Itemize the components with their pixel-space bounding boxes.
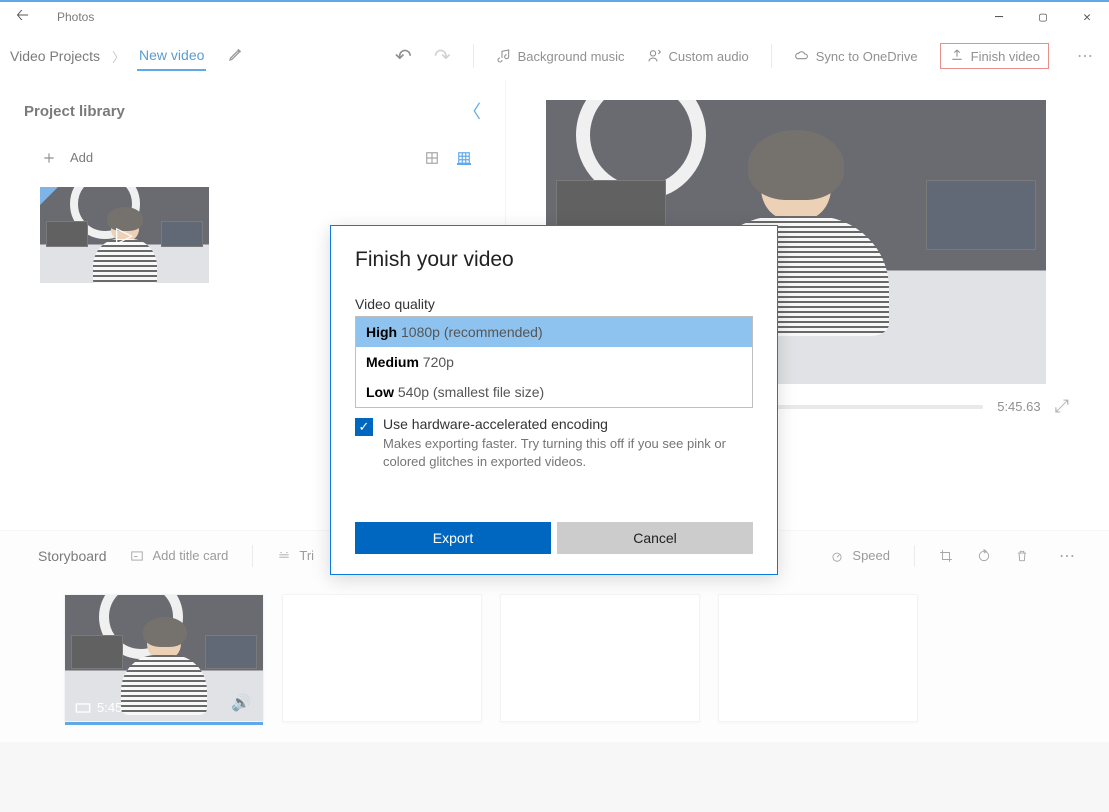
- used-indicator-icon: [40, 187, 58, 205]
- custom-audio-label: Custom audio: [669, 49, 749, 64]
- quality-option-low[interactable]: Low 540p (smallest file size): [356, 377, 752, 407]
- finish-video-dialog: Finish your video Video quality High 108…: [330, 225, 778, 575]
- trim-button[interactable]: Tri: [277, 548, 314, 563]
- divider: [771, 44, 772, 68]
- hardware-encoding-description: Makes exporting faster. Try turning this…: [383, 435, 753, 470]
- more-button[interactable]: ⋯: [1071, 46, 1099, 66]
- export-button[interactable]: Export: [355, 522, 551, 554]
- cancel-button[interactable]: Cancel: [557, 522, 753, 554]
- sync-onedrive-label: Sync to OneDrive: [816, 49, 918, 64]
- background-music-button[interactable]: Background music: [496, 48, 625, 64]
- storyboard-more-button[interactable]: ⋯: [1053, 546, 1081, 566]
- window-close-button[interactable]: ✕: [1065, 1, 1109, 33]
- project-name[interactable]: New video: [137, 41, 206, 71]
- divider: [473, 44, 474, 68]
- breadcrumb-video-projects[interactable]: Video Projects: [10, 48, 100, 64]
- hardware-encoding-checkbox[interactable]: ✓: [355, 418, 373, 436]
- toolbar: Video Projects 〉 New video ↶ ↷ Backgroun…: [0, 32, 1109, 80]
- empty-clip-slot[interactable]: [282, 594, 482, 722]
- sync-onedrive-button[interactable]: Sync to OneDrive: [794, 48, 918, 64]
- quality-option-high[interactable]: High 1080p (recommended): [356, 317, 752, 347]
- view-large-icon[interactable]: [425, 151, 439, 165]
- dialog-title: Finish your video: [355, 248, 753, 272]
- finish-video-button[interactable]: Finish video: [940, 43, 1049, 69]
- volume-icon[interactable]: 🔊: [231, 693, 251, 713]
- video-quality-label: Video quality: [355, 296, 753, 312]
- add-title-card-label: Add title card: [152, 548, 228, 563]
- app-title: Photos: [57, 10, 94, 24]
- delete-button[interactable]: [1015, 549, 1029, 563]
- storyboard-clip[interactable]: 5:45 🔊: [64, 594, 264, 722]
- speed-label: Speed: [852, 548, 890, 563]
- add-media-button[interactable]: Add: [42, 150, 93, 165]
- view-small-icon[interactable]: [457, 151, 471, 165]
- custom-audio-button[interactable]: Custom audio: [647, 48, 749, 64]
- time-total: 5:45.63: [997, 399, 1040, 414]
- storyboard-label: Storyboard: [38, 548, 106, 564]
- empty-clip-slot[interactable]: [718, 594, 918, 722]
- play-icon: ▷: [116, 222, 133, 248]
- window-maximize-button[interactable]: ▢: [1021, 1, 1065, 33]
- quality-option-medium[interactable]: Medium 720p: [356, 347, 752, 377]
- hardware-encoding-label: Use hardware-accelerated encoding: [383, 416, 753, 432]
- collapse-library-button[interactable]: 〈: [463, 98, 481, 124]
- library-thumbnail[interactable]: ▷: [40, 187, 209, 283]
- storyboard-clips: 5:45 🔊: [0, 580, 1109, 742]
- trim-label: Tri: [299, 548, 314, 563]
- back-button[interactable]: 🡠: [8, 0, 37, 35]
- fullscreen-button[interactable]: ⤢: [1055, 396, 1069, 417]
- undo-button[interactable]: ↶: [395, 44, 412, 69]
- library-title: Project library: [24, 103, 125, 120]
- add-title-card-button[interactable]: Add title card: [130, 548, 228, 563]
- titlebar: 🡠 Photos ─ ▢ ✕: [0, 0, 1109, 32]
- divider: [914, 545, 915, 567]
- add-label: Add: [70, 150, 93, 165]
- clip-duration: 5:45: [97, 700, 122, 715]
- window-minimize-button[interactable]: ─: [977, 1, 1021, 33]
- crop-button[interactable]: [939, 549, 953, 563]
- redo-button: ↷: [434, 44, 451, 69]
- divider: [252, 545, 253, 567]
- background-music-label: Background music: [518, 49, 625, 64]
- empty-clip-slot[interactable]: [500, 594, 700, 722]
- finish-video-label: Finish video: [971, 49, 1040, 64]
- rotate-button[interactable]: [977, 549, 991, 563]
- speed-button[interactable]: Speed: [830, 548, 890, 563]
- edit-name-icon[interactable]: [228, 46, 244, 67]
- chevron-right-icon: 〉: [112, 47, 125, 66]
- video-quality-dropdown[interactable]: High 1080p (recommended) Medium 720p Low…: [355, 316, 753, 408]
